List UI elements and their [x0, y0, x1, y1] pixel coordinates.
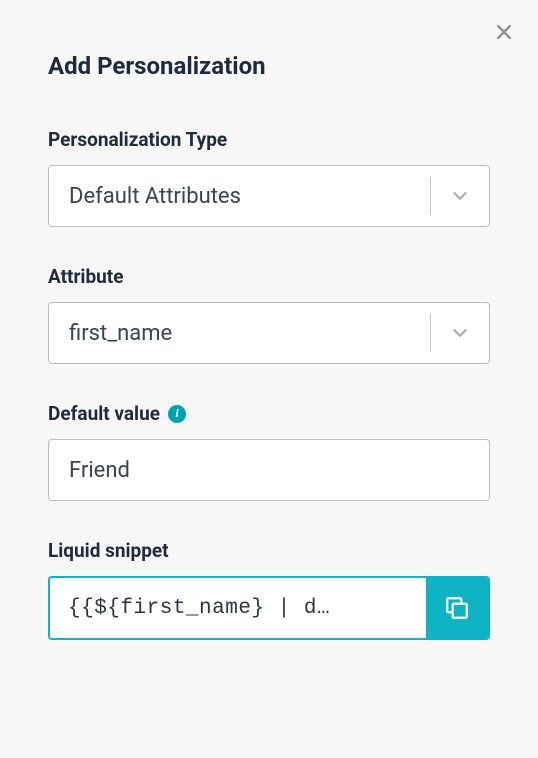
label-default-value-text: Default value: [48, 402, 160, 425]
personalization-modal: Add Personalization Personalization Type…: [0, 0, 538, 688]
label-personalization-type: Personalization Type: [48, 128, 490, 151]
select-attribute[interactable]: first_name: [48, 302, 490, 364]
field-personalization-type: Personalization Type Default Attributes: [48, 128, 490, 227]
select-value-attribute: first_name: [49, 321, 430, 346]
default-value-input[interactable]: [48, 439, 490, 501]
label-attribute: Attribute: [48, 265, 490, 288]
label-default-value: Default value i: [48, 402, 490, 425]
info-icon[interactable]: i: [168, 405, 186, 423]
modal-title: Add Personalization: [48, 52, 490, 80]
copy-button[interactable]: [426, 578, 488, 638]
field-attribute: Attribute first_name: [48, 265, 490, 364]
chevron-down-icon[interactable]: [431, 322, 489, 344]
field-default-value: Default value i: [48, 402, 490, 501]
select-personalization-type[interactable]: Default Attributes: [48, 165, 490, 227]
close-icon: [494, 22, 514, 42]
copy-icon: [444, 595, 470, 621]
label-liquid-snippet: Liquid snippet: [48, 539, 490, 562]
snippet-value: {{${first_name} | d…: [50, 578, 426, 638]
select-value-personalization-type: Default Attributes: [49, 184, 430, 209]
field-liquid-snippet: Liquid snippet {{${first_name} | d…: [48, 539, 490, 640]
snippet-row: {{${first_name} | d…: [48, 576, 490, 640]
close-button[interactable]: [490, 18, 518, 49]
chevron-down-icon[interactable]: [431, 185, 489, 207]
